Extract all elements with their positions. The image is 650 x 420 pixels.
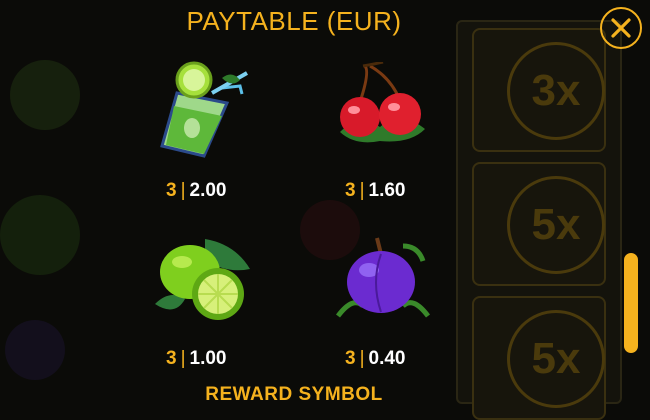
mojito-symbol (160, 61, 248, 158)
pay-row: 3 | 2.00 (166, 180, 227, 202)
payout-value: 0.40 (368, 348, 406, 369)
separator: | (180, 348, 186, 369)
symbol-count: 3 (166, 348, 177, 369)
bg-fruit (5, 320, 65, 380)
payout-value: 1.00 (189, 348, 227, 369)
reward-symbol-heading: REWARD SYMBOL (205, 384, 383, 405)
close-button[interactable] (600, 7, 642, 49)
symbol-count: 3 (166, 180, 177, 201)
paytable-title: PAYTABLE (EUR) (186, 6, 402, 36)
pay-row: 3 | 0.40 (345, 348, 406, 370)
bg-cell: 5x (472, 162, 606, 286)
pay-row: 3 | 1.60 (345, 180, 406, 202)
bg-multiplier: 5x (507, 176, 605, 274)
bg-multiplier: 3x (507, 42, 605, 140)
scrollbar-thumb[interactable] (624, 253, 638, 353)
separator: | (359, 180, 365, 201)
game-background: 3x 5x 5x (0, 0, 650, 420)
symbol-count: 3 (345, 348, 356, 369)
payout-value: 1.60 (368, 180, 406, 201)
close-icon (611, 18, 631, 38)
payout-value: 2.00 (189, 180, 227, 201)
bg-reel: 3x 5x 5x (456, 20, 622, 420)
pay-row: 3 | 1.00 (166, 348, 227, 370)
plum-symbol (336, 237, 430, 318)
bg-fruit (10, 60, 80, 130)
cherries-symbol (340, 62, 425, 143)
bg-cell: 3x (472, 28, 606, 152)
bg-fruit (0, 195, 80, 275)
limes-symbol (155, 239, 250, 320)
separator: | (180, 180, 186, 201)
symbol-count: 3 (345, 180, 356, 201)
separator: | (359, 348, 365, 369)
